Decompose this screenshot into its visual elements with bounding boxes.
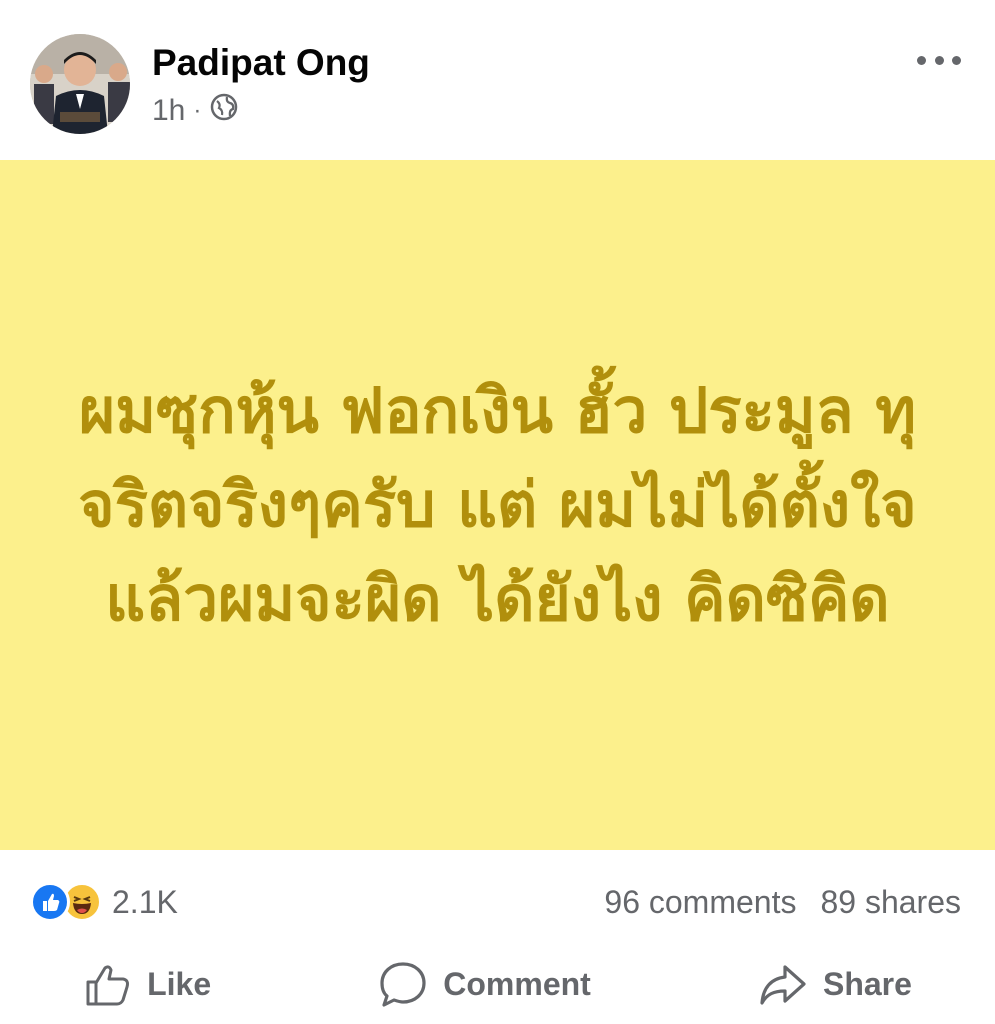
post-time[interactable]: 1h	[152, 94, 185, 128]
share-arrow-icon	[757, 959, 809, 1011]
comment-bubble-icon	[377, 959, 429, 1011]
engagement-counts: 96 comments 89 shares	[604, 884, 961, 921]
shares-count[interactable]: 89 shares	[820, 884, 961, 921]
post-stats: 2.1K 96 comments 89 shares	[0, 860, 995, 946]
like-label: Like	[147, 966, 212, 1002]
globe-icon[interactable]	[209, 92, 239, 130]
author-avatar[interactable]	[30, 34, 130, 134]
like-button[interactable]: Like	[83, 960, 211, 1010]
post-background: ผมซุกหุ้น ฟอกเงิน ฮั้ว ประมูล ทุจริตจริง…	[0, 160, 995, 850]
thumbs-up-icon	[83, 960, 133, 1010]
post-body-text: ผมซุกหุ้น ฟอกเงิน ฮั้ว ประมูล ทุจริตจริง…	[78, 374, 917, 635]
reactions-summary[interactable]: 2.1K	[30, 882, 178, 922]
reaction-count: 2.1K	[112, 883, 178, 920]
action-bar: Like Comment Share	[0, 945, 995, 1024]
meta-separator: ·	[193, 97, 202, 124]
comments-count[interactable]: 96 comments	[604, 884, 796, 921]
comment-label: Comment	[443, 966, 591, 1002]
share-label: Share	[822, 966, 912, 1002]
author-name[interactable]: Padipat Ong	[152, 42, 370, 84]
like-reaction-icon	[30, 882, 70, 922]
post-header: Padipat Ong 1h ·	[0, 0, 995, 160]
share-button[interactable]: Share	[757, 959, 912, 1011]
post-meta: 1h ·	[152, 92, 239, 130]
comment-button[interactable]: Comment	[377, 959, 591, 1011]
more-options-icon[interactable]	[917, 50, 961, 70]
